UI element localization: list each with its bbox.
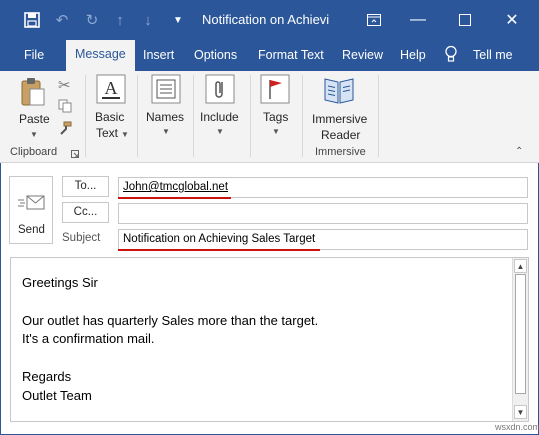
arrow-down-icon[interactable]: ↓ <box>138 10 158 30</box>
names-button[interactable]: Names ▼ <box>143 73 189 136</box>
tab-review[interactable]: Review <box>342 48 383 62</box>
message-body[interactable]: Greetings Sir Our outlet has quarterly S… <box>10 257 529 422</box>
body-line: It's a confirmation mail. <box>22 331 155 346</box>
cut-icon[interactable]: ✂ <box>58 76 71 94</box>
tab-options[interactable]: Options <box>194 48 237 62</box>
undo-icon[interactable]: ↶ <box>52 10 72 30</box>
scroll-up-icon[interactable]: ▲ <box>514 259 527 273</box>
include-button[interactable]: Include ▼ <box>198 73 244 136</box>
basic-text-label-2: Text <box>96 126 119 140</box>
ribbon-separator <box>193 75 194 157</box>
tags-label: Tags <box>263 110 289 124</box>
send-label: Send <box>18 224 45 236</box>
immersive-reader-label-2: Reader <box>321 128 361 142</box>
immersive-reader-icon <box>324 78 354 104</box>
paste-label: Paste <box>19 112 50 126</box>
include-label: Include <box>200 110 239 124</box>
to-button[interactable]: To... <box>62 176 109 197</box>
minimize-icon[interactable]: — <box>408 10 428 30</box>
body-line: Outlet Team <box>22 388 92 403</box>
clipboard-launcher-icon[interactable] <box>71 147 79 161</box>
paperclip-icon <box>205 74 235 104</box>
save-icon[interactable] <box>22 10 42 30</box>
ribbon-tabs: File Message Insert Options Format Text … <box>0 40 539 71</box>
to-field[interactable]: John@tmcglobal.net <box>118 177 528 198</box>
ribbon: Paste ▼ ✂ Clipboard A Basic Text ▼ Names… <box>0 71 539 163</box>
group-immersive-label: Immersive <box>315 146 366 158</box>
address-book-icon <box>151 74 181 104</box>
ribbon-separator <box>137 75 138 157</box>
ribbon-separator <box>378 75 379 157</box>
cc-field[interactable] <box>118 203 528 224</box>
names-dropdown-icon: ▼ <box>162 127 170 136</box>
tab-insert[interactable]: Insert <box>143 48 174 62</box>
subject-label: Subject <box>62 232 101 244</box>
body-line: Regards <box>22 369 72 384</box>
immersive-reader-button[interactable]: Immersive Reader <box>306 73 372 143</box>
immersive-reader-label-1: Immersive <box>312 112 368 126</box>
clipboard-icon <box>21 78 45 106</box>
highlight-underline <box>118 249 320 251</box>
flag-icon <box>260 74 290 104</box>
title-bar: ↶ ↻ ↑ ↓ ▼ Notification on Achievi — ✕ <box>0 0 539 40</box>
basic-text-button[interactable]: A Basic Text ▼ <box>91 73 131 143</box>
highlight-underline <box>118 197 231 199</box>
tab-file[interactable]: File <box>24 48 44 62</box>
ribbon-display-options-icon[interactable] <box>364 10 384 30</box>
ribbon-separator <box>302 75 303 157</box>
maximize-icon[interactable] <box>455 10 475 30</box>
tab-format-text[interactable]: Format Text <box>258 48 324 62</box>
basic-text-icon: A <box>96 74 126 104</box>
vertical-scrollbar[interactable]: ▲ ▼ <box>512 258 528 421</box>
paste-dropdown-icon: ▼ <box>30 130 38 139</box>
tab-message[interactable]: Message <box>66 40 135 71</box>
group-clipboard-label: Clipboard <box>10 146 58 158</box>
include-dropdown-icon: ▼ <box>216 127 224 136</box>
redo-icon[interactable]: ↻ <box>82 10 102 30</box>
subject-field[interactable]: Notification on Achieving Sales Target <box>118 229 528 250</box>
tab-help[interactable]: Help <box>400 48 426 62</box>
customize-toolbar-icon[interactable]: ▼ <box>168 10 188 30</box>
window-title: Notification on Achievi <box>202 12 330 27</box>
ribbon-separator <box>85 75 86 157</box>
format-painter-icon[interactable] <box>58 121 72 138</box>
body-line: Our outlet has quarterly Sales more than… <box>22 313 319 328</box>
tab-tell-me[interactable]: Tell me <box>473 48 513 62</box>
tags-dropdown-icon: ▼ <box>272 127 280 136</box>
watermark: wsxdn.com <box>495 422 539 432</box>
scroll-thumb[interactable] <box>515 274 526 394</box>
names-label: Names <box>146 110 185 124</box>
copy-icon[interactable] <box>58 99 72 116</box>
paste-button[interactable]: Paste ▼ <box>14 75 54 139</box>
send-icon <box>18 195 45 210</box>
close-icon[interactable]: ✕ <box>502 10 522 30</box>
send-button[interactable]: Send <box>9 176 53 244</box>
svg-text:A: A <box>105 78 118 98</box>
body-line: Greetings Sir <box>22 275 98 290</box>
ribbon-separator <box>250 75 251 157</box>
tags-button[interactable]: Tags ▼ <box>256 73 296 136</box>
scroll-down-icon[interactable]: ▼ <box>514 405 527 419</box>
to-recipient[interactable]: John@tmcglobal.net <box>123 181 228 193</box>
arrow-up-icon[interactable]: ↑ <box>110 10 130 30</box>
collapse-ribbon-icon[interactable]: ⌃ <box>515 146 523 157</box>
basic-text-dropdown-icon: ▼ <box>121 130 129 139</box>
lightbulb-icon <box>445 45 457 62</box>
cc-button[interactable]: Cc... <box>62 202 109 223</box>
basic-text-label-1: Basic <box>95 110 125 124</box>
